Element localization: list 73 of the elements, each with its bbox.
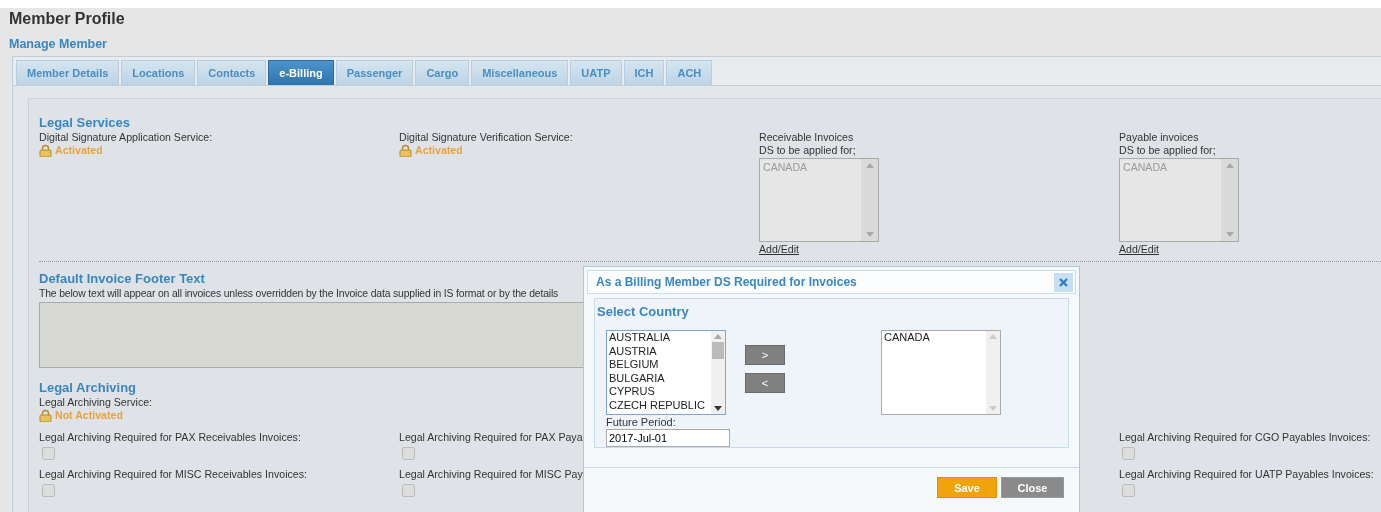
scroll-arrow-icon [865, 163, 874, 168]
list-item[interactable]: BULGARIA [609, 371, 709, 386]
save-button[interactable]: Save [937, 477, 997, 498]
status-text: Activated [415, 144, 463, 157]
tab[interactable]: Member Details [16, 60, 120, 85]
lock-icon [39, 409, 52, 422]
scroll-arrow-icon [1225, 163, 1234, 168]
add-button[interactable]: > [745, 345, 785, 365]
date-field[interactable]: 2017-Jul-01 [606, 429, 730, 447]
scroll-arrow-icon [989, 334, 997, 339]
tab[interactable]: UATP [570, 60, 622, 85]
scrollbar-thumb [712, 342, 724, 359]
scroll-arrow-icon [865, 232, 874, 237]
field-label: Future Period: [606, 415, 676, 429]
field-label: DS to be applied for; [759, 144, 856, 157]
dialog-title: As a Billing Member DS Required for Invoices [596, 275, 857, 289]
list-item[interactable]: BELGIUM [609, 358, 709, 372]
field-label: Legal Archiving Required for MISC Receivables Invoices: [39, 468, 307, 481]
list-item[interactable]: AUSTRALIA [609, 331, 709, 345]
checkbox[interactable] [42, 484, 55, 497]
scroll-arrow-icon [714, 406, 722, 411]
list-item[interactable]: CANADA [884, 331, 984, 345]
list-item: CANADA [763, 161, 809, 174]
section-title: Manage Member [9, 36, 108, 52]
field-label: Legal Archiving Service: [39, 396, 153, 409]
scroll-arrow-icon [714, 334, 722, 339]
remove-button[interactable]: < [745, 373, 785, 393]
list-item[interactable]: AUSTRIA [609, 344, 709, 359]
field-label: Legal Archiving Required for UATP Payables Invoices: [1119, 468, 1374, 481]
scroll-arrow-icon [989, 406, 997, 411]
field-label: Payable invoices [1119, 131, 1199, 144]
section-heading: Legal Archiving [39, 380, 137, 396]
checkbox[interactable] [1122, 484, 1135, 497]
section-heading: Select Country [597, 304, 689, 320]
field-label: DS to be applied for; [1119, 144, 1216, 157]
scroll-arrow-icon [1225, 232, 1234, 237]
tab[interactable]: Miscellaneous [471, 60, 569, 85]
tab[interactable]: Cargo [415, 60, 470, 85]
field-label: Receivable Invoices [759, 131, 854, 144]
tab[interactable]: ACH [666, 60, 713, 85]
status-text: Not Activated [55, 409, 123, 422]
tab[interactable]: Contacts [197, 60, 267, 85]
field-label: Legal Archiving Required for MISC Pay [399, 468, 583, 481]
list-box[interactable]: CANADA [881, 330, 1001, 415]
checkbox[interactable] [1122, 447, 1135, 460]
add-edit-link[interactable]: Add/Edit [759, 242, 800, 256]
lock-icon [39, 144, 52, 157]
tab[interactable]: Passenger [335, 60, 414, 85]
tab[interactable]: ICH [623, 60, 665, 85]
status-text: Activated [55, 144, 103, 157]
description-text: The below text will appear on all invoices unless overridden by the Invoice data supplied in IS format or by the details [39, 287, 560, 300]
field-label: Digital Signature Verification Service: [399, 131, 573, 144]
field-label: Legal Archiving Required for PAX Receivables Invoices: [39, 431, 301, 444]
tab[interactable]: e-Billing [268, 60, 334, 85]
list-item[interactable]: CYPRUS [609, 385, 709, 399]
list-box[interactable]: AUSTRALIA AUSTRIA BELGIUM BULGARIA CYPRUS CZECH REPUBLIC [606, 330, 726, 415]
field-label: Digital Signature Application Service: [39, 131, 213, 144]
list-item[interactable]: CZECH REPUBLIC [609, 398, 709, 413]
tab[interactable]: Locations [121, 60, 196, 85]
section-heading: Default Invoice Footer Text [39, 271, 205, 287]
checkbox[interactable] [42, 447, 55, 460]
list-item: CANADA [1123, 161, 1169, 174]
field-label: Legal Archiving Required for PAX Paya [399, 431, 583, 444]
checkbox[interactable] [402, 447, 415, 460]
checkbox[interactable] [402, 484, 415, 497]
page-title: Member Profile [9, 9, 126, 29]
close-button[interactable]: Close [1001, 477, 1064, 498]
close-button[interactable] [1054, 272, 1073, 292]
lock-icon [399, 144, 412, 157]
field-label: Legal Archiving Required for CGO Payables Invoices: [1119, 431, 1371, 444]
add-edit-link[interactable]: Add/Edit [1119, 242, 1160, 256]
section-heading: Legal Services [39, 115, 131, 131]
close-icon [1058, 276, 1069, 288]
